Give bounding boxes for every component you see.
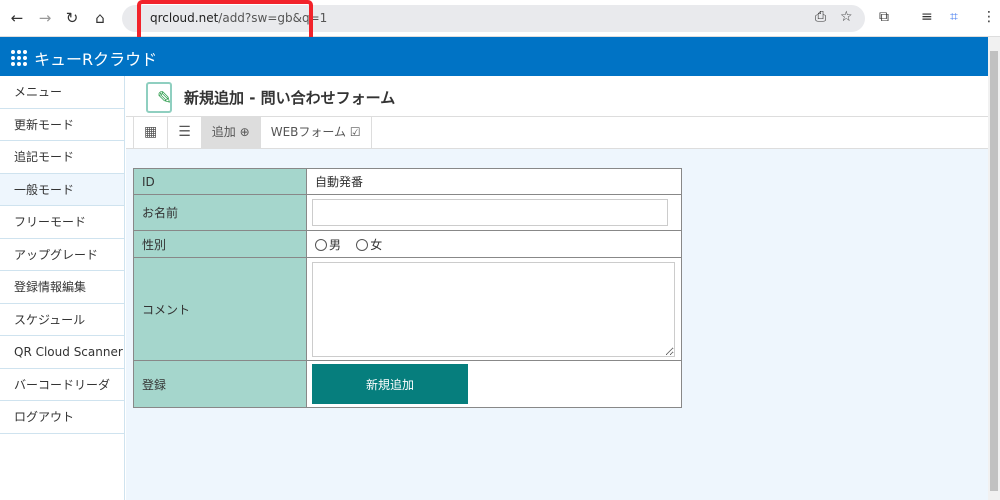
sidebar-item-qr-cloud-scanner[interactable]: QR Cloud Scanner <box>0 336 124 369</box>
sidebar-item-logout[interactable]: ログアウト <box>0 401 124 434</box>
row-register: 登録 新規追加 <box>133 360 682 408</box>
row-comment: コメント <box>133 257 682 361</box>
row-name: お名前 <box>133 194 682 231</box>
register-label: 登録 <box>133 360 307 408</box>
forward-icon[interactable]: → <box>35 9 55 27</box>
sidebar-item-general-mode[interactable]: 一般モード <box>0 173 124 206</box>
back-icon[interactable]: ← <box>7 9 27 27</box>
home-icon[interactable]: ⌂ <box>90 9 110 27</box>
id-label: ID <box>133 168 307 195</box>
sidebar-item-append-mode[interactable]: 追記モード <box>0 141 124 174</box>
entry-form: ID 自動発番 お名前 性別 男 女 コメント 登録 新規追加 <box>133 168 682 408</box>
page-title: 新規追加 - 問い合わせフォーム <box>184 89 396 107</box>
main-content: ✎ 新規追加 - 問い合わせフォーム ▦ ☰ 追加 ⊕ WEBフォーム ☑ ID… <box>126 76 988 500</box>
reload-icon[interactable]: ↻ <box>62 9 82 27</box>
app-header: キューRクラウド <box>0 37 988 76</box>
tab-webform[interactable]: WEBフォーム ☑ <box>261 117 372 148</box>
apps-grid-icon[interactable] <box>11 50 27 66</box>
tab-add[interactable]: 追加 ⊕ <box>201 117 261 148</box>
tab-bar: ▦ ☰ 追加 ⊕ WEBフォーム ☑ <box>126 117 988 149</box>
female-label: 女 <box>370 237 383 252</box>
row-id: ID 自動発番 <box>133 168 682 195</box>
form-check-icon: ☑ <box>349 125 361 139</box>
grid-view-icon[interactable]: ▦ <box>133 117 169 148</box>
tab-webform-label: WEBフォーム <box>270 125 347 139</box>
radio-female[interactable]: 女 <box>356 238 382 252</box>
brand-name[interactable]: キューRクラウド <box>34 46 157 70</box>
sidebar-item-edit-registration[interactable]: 登録情報編集 <box>0 271 124 304</box>
clipboard-pencil-icon: ✎ <box>146 82 172 113</box>
id-value: 自動発番 <box>306 168 682 195</box>
name-label: お名前 <box>133 194 307 231</box>
tab-add-label: 追加 <box>211 125 236 139</box>
browser-toolbar: ← → ↻ ⌂ qrcloud.net/add?sw=gb&q=1 ⎙ ☆ ⧉ … <box>0 0 1000 42</box>
sidebar-item-upgrade[interactable]: アップグレード <box>0 239 124 271</box>
male-label: 男 <box>329 237 342 252</box>
sidebar-item-schedule[interactable]: スケジュール <box>0 304 124 336</box>
gender-label: 性別 <box>133 230 307 258</box>
sidebar-item-update-mode[interactable]: 更新モード <box>0 109 124 141</box>
title-bar: ✎ 新規追加 - 問い合わせフォーム <box>126 76 988 117</box>
sidebar-item-free-mode[interactable]: フリーモード <box>0 206 124 239</box>
add-circle-icon: ⊕ <box>239 125 250 139</box>
install-icon[interactable]: ⎙ <box>815 9 826 25</box>
extensions-icon[interactable]: ⧉ <box>879 9 889 25</box>
media-icon[interactable]: ≡ <box>921 9 933 25</box>
sidebar-item-menu[interactable]: メニュー <box>0 76 124 109</box>
radio-male[interactable]: 男 <box>315 238 341 252</box>
name-input[interactable] <box>312 199 668 226</box>
comment-textarea[interactable] <box>312 261 675 357</box>
list-view-icon[interactable]: ☰ <box>168 117 202 148</box>
sidebar-item-barcode-reader[interactable]: バーコードリーダ <box>0 369 124 401</box>
sidebar: メニュー 更新モード 追記モード 一般モード フリーモード アップグレード 登録… <box>0 76 125 500</box>
url-highlight-box <box>137 0 313 42</box>
row-gender: 性別 男 女 <box>133 230 682 258</box>
menu-icon[interactable]: ⋮ <box>982 9 996 25</box>
scrollbar[interactable] <box>988 37 1000 500</box>
submit-new-button[interactable]: 新規追加 <box>312 364 468 404</box>
star-icon[interactable]: ☆ <box>840 9 853 25</box>
lens-icon[interactable]: ⌗ <box>950 9 958 25</box>
comment-label: コメント <box>133 257 307 361</box>
